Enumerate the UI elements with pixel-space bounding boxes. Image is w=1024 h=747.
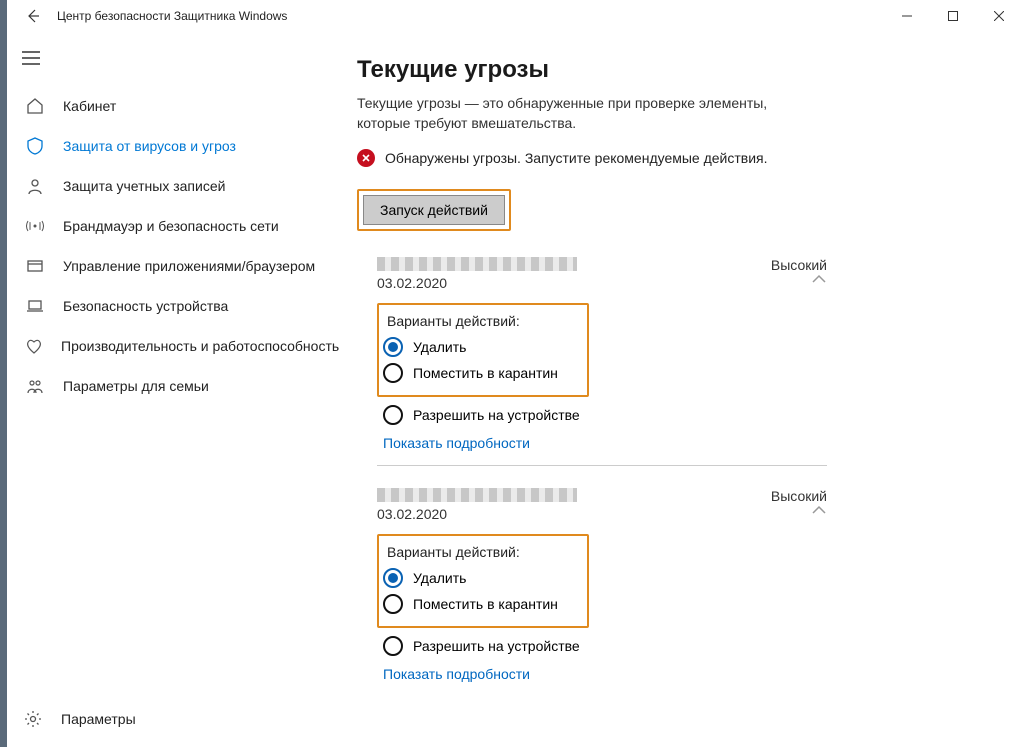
show-details-link[interactable]: Показать подробности [383,666,827,682]
maximize-button[interactable] [930,0,976,32]
threat-name-redacted [377,257,577,271]
threat-name-redacted [377,488,577,502]
family-icon [25,376,45,396]
option-quarantine[interactable]: Поместить в карантин [383,363,577,383]
page-title: Текущие угрозы [357,56,984,84]
option-quarantine[interactable]: Поместить в карантин [383,594,577,614]
option-allow[interactable]: Разрешить на устройстве [383,405,827,425]
option-label: Удалить [413,570,466,586]
sidebar-item-label: Брандмауэр и безопасность сети [63,218,279,234]
alert-row: Обнаружены угрозы. Запустите рекомендуем… [357,149,984,167]
threat-level: Высокий [771,257,827,273]
radio-icon [383,594,403,614]
titlebar: Центр безопасности Защитника Windows [7,0,1024,32]
error-icon [357,149,375,167]
nav: Кабинет Защита от вирусов и угроз Защита… [7,86,347,695]
sidebar-item-label: Безопасность устройства [63,298,228,314]
threat-date: 03.02.2020 [377,506,771,522]
radio-selected-icon [383,568,403,588]
threat-item: 03.02.2020 Высокий Варианты действий: Уд… [377,488,827,696]
option-label: Разрешить на устройстве [413,407,580,423]
sidebar-item-label: Производительность и работоспособность [61,338,339,354]
sidebar-item-label: Параметры [61,711,136,727]
run-actions-button[interactable]: Запуск действий [363,195,505,225]
radio-icon [383,636,403,656]
sidebar-item-virus-protection[interactable]: Защита от вирусов и угроз [9,126,347,166]
person-icon [25,176,45,196]
sidebar-item-app-browser-control[interactable]: Управление приложениями/браузером [9,246,347,286]
sidebar-item-device-security[interactable]: Безопасность устройства [9,286,347,326]
show-details-link[interactable]: Показать подробности [383,435,827,451]
hamburger-icon [22,51,40,65]
radio-selected-icon [383,337,403,357]
option-label: Разрешить на устройстве [413,638,580,654]
main-content: Текущие угрозы Текущие угрозы — это обна… [347,32,1024,747]
alert-text: Обнаружены угрозы. Запустите рекомендуем… [385,150,768,166]
options-label: Варианты действий: [387,313,577,329]
sidebar-item-label: Кабинет [63,98,116,114]
wifi-icon [25,216,45,236]
close-icon [994,11,1004,21]
sidebar: Кабинет Защита от вирусов и угроз Защита… [7,32,347,747]
option-label: Поместить в карантин [413,596,558,612]
close-button[interactable] [976,0,1022,32]
action-button-highlight: Запуск действий [357,189,511,231]
sidebar-item-family-options[interactable]: Параметры для семьи [9,366,347,406]
option-allow[interactable]: Разрешить на устройстве [383,636,827,656]
menu-toggle-button[interactable] [7,36,55,80]
page-description: Текущие угрозы — это обнаруженные при пр… [357,94,797,133]
collapse-button[interactable] [771,273,827,288]
laptop-icon [25,296,45,316]
maximize-icon [948,11,958,21]
gear-icon [23,709,43,729]
sidebar-item-label: Параметры для семьи [63,378,209,394]
chevron-up-icon [811,273,827,285]
window-title: Центр безопасности Защитника Windows [57,9,287,23]
action-options-highlight: Варианты действий: Удалить Поместить в к… [377,303,589,397]
option-label: Удалить [413,339,466,355]
minimize-icon [902,11,912,21]
threat-level: Высокий [771,488,827,504]
threat-date: 03.02.2020 [377,275,771,291]
action-options-highlight: Варианты действий: Удалить Поместить в к… [377,534,589,628]
radio-icon [383,363,403,383]
arrow-left-icon [25,8,41,24]
options-label: Варианты действий: [387,544,577,560]
shield-icon [25,136,45,156]
heartbeat-icon [25,336,43,356]
chevron-up-icon [811,504,827,516]
sidebar-item-label: Защита от вирусов и угроз [63,138,236,154]
option-delete[interactable]: Удалить [383,337,577,357]
minimize-button[interactable] [884,0,930,32]
home-icon [25,96,45,116]
sidebar-item-performance-health[interactable]: Производительность и работоспособность [9,326,347,366]
sidebar-item-label: Управление приложениями/браузером [63,258,315,274]
sidebar-item-account-protection[interactable]: Защита учетных записей [9,166,347,206]
sidebar-item-firewall[interactable]: Брандмауэр и безопасность сети [9,206,347,246]
option-delete[interactable]: Удалить [383,568,577,588]
back-button[interactable] [13,0,53,32]
app-icon [25,256,45,276]
sidebar-item-home[interactable]: Кабинет [9,86,347,126]
radio-icon [383,405,403,425]
sidebar-item-settings[interactable]: Параметры [7,699,347,739]
collapse-button[interactable] [771,504,827,519]
option-label: Поместить в карантин [413,365,558,381]
threat-item: 03.02.2020 Высокий Варианты действий: Уд… [377,257,827,466]
sidebar-item-label: Защита учетных записей [63,178,225,194]
